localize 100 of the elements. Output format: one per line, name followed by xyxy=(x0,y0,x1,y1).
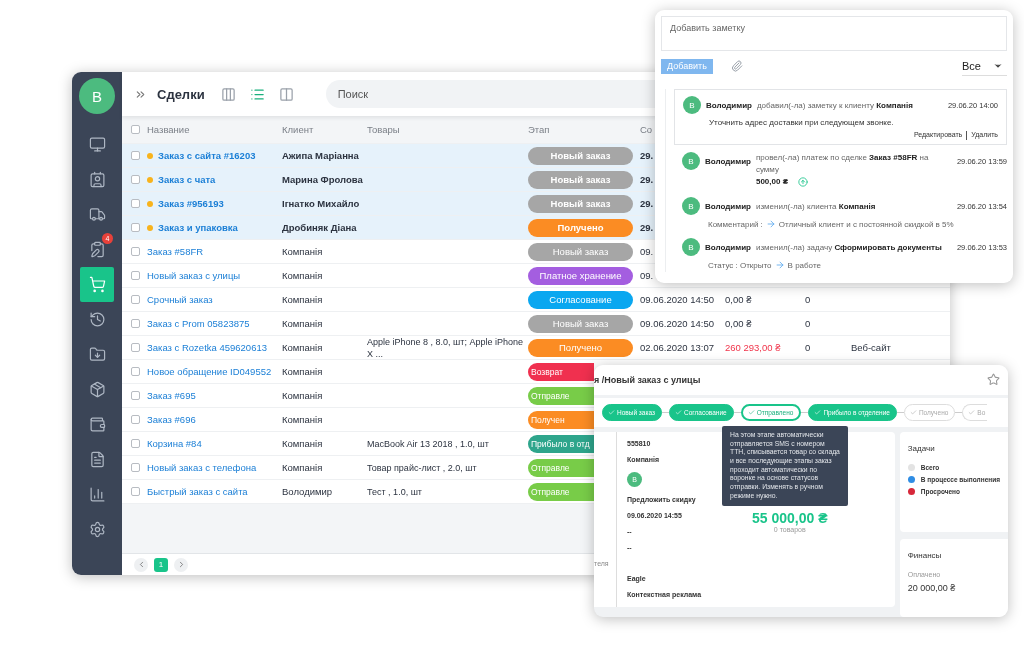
deal-link[interactable]: Заказ #956193 xyxy=(147,198,282,209)
stage-tag[interactable]: Согласование xyxy=(528,290,633,309)
table-cell: Apple iPhone 8 , 8.0, шт; Apple iPhone X ... xyxy=(367,337,523,359)
check-icon xyxy=(909,408,917,416)
payment-icon xyxy=(798,176,809,187)
contact-card-icon xyxy=(88,171,106,188)
table-cell-text: Марина Фролова xyxy=(282,174,364,185)
checkbox[interactable] xyxy=(131,247,140,256)
table-cell-text: Компанія xyxy=(282,462,324,473)
checkbox[interactable] xyxy=(131,415,140,424)
bar-chart-icon xyxy=(88,486,106,503)
next-page-button[interactable] xyxy=(174,557,188,572)
deal-link[interactable]: Быстрый заказ с сайта xyxy=(147,486,282,497)
deal-link[interactable]: Заказ #696 xyxy=(147,414,282,425)
column-header[interactable]: Товары xyxy=(367,124,400,135)
deal-link[interactable]: Заказ с Prom 05823875 xyxy=(147,318,282,329)
check-icon xyxy=(968,408,976,416)
checkbox[interactable] xyxy=(131,151,140,160)
star-icon[interactable] xyxy=(987,373,1000,387)
table-cell: 29. xyxy=(640,222,654,233)
table-cell: 02.06.2020 13:07 xyxy=(640,342,714,354)
deal-link[interactable]: Заказ #695 xyxy=(147,390,282,401)
user-avatar: В xyxy=(682,197,700,215)
deal-link[interactable]: Новое обращение ID049552 xyxy=(147,366,282,377)
table-cell: 09.06.2020 14:50 xyxy=(640,318,714,329)
deal-link[interactable]: Заказ #58FR xyxy=(147,246,282,257)
folder-icon xyxy=(88,346,106,363)
column-header[interactable]: Этап xyxy=(528,124,550,135)
table-cell: 09.06.2020 14:50 xyxy=(640,294,714,305)
stage-tag[interactable]: Получено xyxy=(528,218,633,237)
checkbox[interactable] xyxy=(131,391,140,400)
checkbox[interactable] xyxy=(131,319,140,328)
user-avatar: В xyxy=(682,238,700,256)
table-row[interactable]: Заказ с Rozetka 459620613 Компанія Apple iPhone 8 , 8.0, шт; Apple iPhone X ... Получено 02.06.2020 13:07 260 293,00 ₴ 0 Веб-сайт xyxy=(122,336,950,360)
table-cell: 0,00 ₴ xyxy=(725,294,752,305)
stage-tag[interactable]: Новый заказ xyxy=(528,146,633,165)
previous-page-button[interactable] xyxy=(134,557,148,572)
stage-tag[interactable]: Прибыло в отд xyxy=(528,434,594,453)
monitor-icon xyxy=(88,136,106,153)
column-header[interactable]: Клиент xyxy=(282,124,314,135)
box-icon xyxy=(88,381,106,398)
deal-link[interactable]: Новый заказ с улицы xyxy=(147,270,282,281)
deal-link[interactable]: Корзина #84 xyxy=(147,438,282,449)
checkbox[interactable] xyxy=(131,125,140,134)
stage-tag[interactable]: Новый заказ xyxy=(528,314,633,333)
checkbox[interactable] xyxy=(131,439,140,448)
checkbox[interactable] xyxy=(131,175,140,184)
page-button[interactable]: 1 xyxy=(154,557,168,572)
column-header[interactable]: Название xyxy=(147,124,190,135)
checkbox[interactable] xyxy=(131,271,140,280)
stage-tag[interactable]: Новый заказ xyxy=(528,194,633,213)
stage-tag[interactable]: Получено xyxy=(528,338,633,357)
table-cell-text: Компанія xyxy=(282,246,324,257)
list-view-icon[interactable] xyxy=(249,86,265,102)
stage-tag[interactable]: Новый заказ xyxy=(528,170,633,189)
activity-text: добавил(-ла) заметку к клиенту Компанія xyxy=(756,100,914,112)
checkbox[interactable] xyxy=(131,223,140,232)
column-header[interactable]: Со xyxy=(640,124,653,135)
note-input[interactable]: Добавить заметку xyxy=(661,16,1007,51)
stage-tag[interactable]: Получен xyxy=(528,410,594,429)
table-cell: 29. xyxy=(640,150,654,161)
table-row[interactable]: Срочный заказ Компанія Согласование 09.06.2020 14:50 0,00 ₴ 0 xyxy=(122,288,950,312)
change-label: Комментарий : xyxy=(708,219,763,229)
deal-link[interactable]: Новый заказ с телефона xyxy=(147,462,282,473)
deal-link[interactable]: Заказ с Rozetka 459620613 xyxy=(147,342,282,354)
checkbox[interactable] xyxy=(131,343,140,353)
cart-icon xyxy=(88,276,106,293)
table-cell: Тест , 1.0, шт xyxy=(367,486,422,497)
stage-tag[interactable]: Платное хранение xyxy=(528,266,633,285)
stage-tag[interactable]: Новый заказ xyxy=(528,242,633,261)
stage-tag[interactable]: Возврат xyxy=(528,362,594,381)
clipboard-icon xyxy=(88,241,106,258)
checkbox[interactable] xyxy=(131,463,140,472)
table-cell-text: Компанія xyxy=(282,438,324,449)
columns-view-icon[interactable] xyxy=(220,86,236,102)
filter-dropdown[interactable]: Все xyxy=(962,56,1007,76)
check-icon xyxy=(747,408,755,416)
table-cell-text: Компанія xyxy=(282,390,324,401)
deal-link[interactable]: Заказ и упаковка xyxy=(147,222,282,233)
table-cell-text: Компанія xyxy=(282,294,324,305)
note-text: Уточнить адрес доставки при следующем звонке. xyxy=(709,118,895,127)
deal-link[interactable]: Заказ с чата xyxy=(147,174,282,185)
user-avatar[interactable]: В xyxy=(79,78,115,114)
sidebar-item[interactable] xyxy=(80,267,114,302)
checkbox[interactable] xyxy=(131,199,140,208)
deal-link[interactable]: Заказ с сайта #16203 xyxy=(147,150,282,161)
table-cell-text: Ажипа Маріанна xyxy=(282,150,360,161)
checkbox[interactable] xyxy=(131,367,140,376)
table-cell: 260 293,00 ₴ xyxy=(725,342,781,354)
deal-link[interactable]: Срочный заказ xyxy=(147,294,282,305)
checkbox[interactable] xyxy=(131,295,140,304)
unread-dot xyxy=(147,176,153,183)
paid-amount: 20 000,00 ₴ xyxy=(907,583,957,593)
table-cell: 29. xyxy=(640,198,654,209)
board-view-icon[interactable] xyxy=(278,86,294,102)
checkbox[interactable] xyxy=(131,487,140,496)
unread-dot xyxy=(147,200,153,207)
wallet-icon xyxy=(88,416,106,433)
table-row[interactable]: Заказ с Prom 05823875 Компанія Новый заказ 09.06.2020 14:50 0,00 ₴ 0 xyxy=(122,312,950,336)
paperclip-icon[interactable] xyxy=(731,60,743,72)
